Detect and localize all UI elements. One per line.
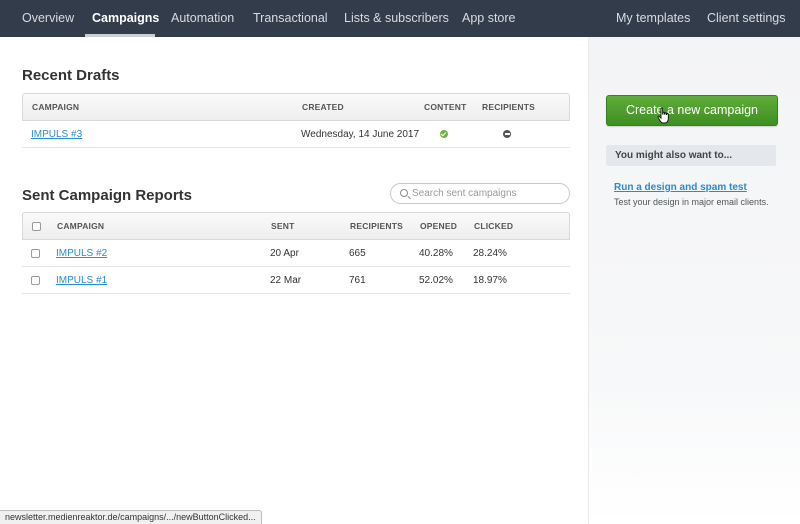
- recent-drafts-title: Recent Drafts: [22, 67, 120, 84]
- design-spam-test-description: Test your design in major email clients.: [614, 197, 769, 207]
- might-also-want-header: You might also want to...: [606, 145, 776, 166]
- sent-recipients: 761: [349, 275, 366, 286]
- col-recipients[interactable]: RECIPIENTS: [350, 213, 403, 240]
- search-input[interactable]: [412, 186, 562, 201]
- table-row: IMPULS #1 22 Mar 761 52.02% 18.97%: [22, 267, 570, 294]
- sent-clicked: 18.97%: [473, 275, 507, 286]
- nav-transactional[interactable]: Transactional: [253, 0, 328, 37]
- search-icon: [400, 189, 408, 197]
- nav-automation[interactable]: Automation: [171, 0, 234, 37]
- design-spam-test-link[interactable]: Run a design and spam test: [614, 182, 747, 193]
- sent-campaign-link[interactable]: IMPULS #2: [56, 240, 107, 267]
- col-recipients[interactable]: RECIPIENTS: [482, 94, 535, 121]
- drafts-table-header: CAMPAIGN CREATED CONTENT RECIPIENTS: [22, 93, 570, 121]
- draft-campaign-link[interactable]: IMPULS #3: [31, 121, 82, 148]
- col-campaign[interactable]: CAMPAIGN: [57, 213, 104, 240]
- table-row: IMPULS #3 Wednesday, 14 June 2017: [22, 121, 570, 148]
- col-content[interactable]: CONTENT: [424, 94, 466, 121]
- active-tab-indicator: [85, 34, 155, 37]
- col-sent[interactable]: SENT: [271, 213, 294, 240]
- sent-date: 20 Apr: [270, 248, 299, 259]
- table-row: IMPULS #2 20 Apr 665 40.28% 28.24%: [22, 240, 570, 267]
- check-icon: [440, 130, 448, 138]
- search-sent-campaigns[interactable]: [390, 183, 570, 204]
- nav-app-store[interactable]: App store: [462, 0, 516, 37]
- nav-campaigns[interactable]: Campaigns: [92, 0, 159, 37]
- row-checkbox[interactable]: [31, 249, 40, 258]
- select-all-checkbox[interactable]: [32, 222, 41, 231]
- sent-reports-title: Sent Campaign Reports: [22, 187, 193, 204]
- sent-clicked: 28.24%: [473, 248, 507, 259]
- create-campaign-button[interactable]: Create a new campaign: [606, 95, 778, 126]
- col-opened[interactable]: OPENED: [420, 213, 457, 240]
- col-campaign[interactable]: CAMPAIGN: [32, 94, 79, 121]
- draft-created: Wednesday, 14 June 2017: [301, 129, 420, 140]
- sent-table: CAMPAIGN SENT RECIPIENTS OPENED CLICKED …: [22, 212, 570, 294]
- drafts-table: CAMPAIGN CREATED CONTENT RECIPIENTS IMPU…: [22, 93, 570, 148]
- nav-overview[interactable]: Overview: [22, 0, 74, 37]
- browser-status-url: newsletter.medienreaktor.de/campaigns/..…: [0, 510, 262, 524]
- sent-opened: 52.02%: [419, 275, 453, 286]
- sent-table-header: CAMPAIGN SENT RECIPIENTS OPENED CLICKED: [22, 212, 570, 240]
- sent-campaign-link[interactable]: IMPULS #1: [56, 267, 107, 294]
- minus-icon: [503, 130, 511, 138]
- col-clicked[interactable]: CLICKED: [474, 213, 513, 240]
- hand-cursor-icon: [657, 107, 669, 124]
- nav-my-templates[interactable]: My templates: [616, 0, 690, 37]
- nav-client-settings[interactable]: Client settings: [707, 0, 786, 37]
- sent-recipients: 665: [349, 248, 366, 259]
- nav-lists-subscribers[interactable]: Lists & subscribers: [344, 0, 449, 37]
- col-created[interactable]: CREATED: [302, 94, 344, 121]
- sent-date: 22 Mar: [270, 275, 302, 286]
- sent-opened: 40.28%: [419, 248, 453, 259]
- top-nav: Overview Campaigns Automation Transactio…: [0, 0, 800, 37]
- row-checkbox[interactable]: [31, 276, 40, 285]
